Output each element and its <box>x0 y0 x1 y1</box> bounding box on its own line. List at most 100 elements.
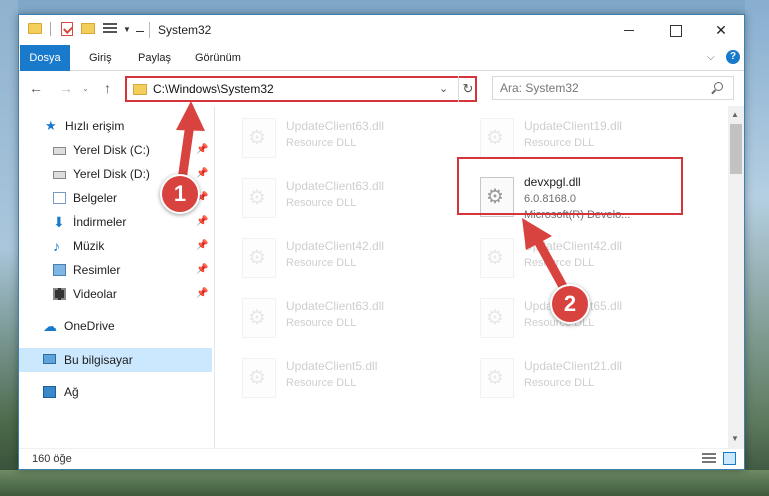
toolbar-divider <box>50 22 51 36</box>
file-type: Resource DLL <box>524 377 595 389</box>
sidebar-item-label: Videolar <box>73 287 117 301</box>
file-name: UpdateClient5.dll <box>286 359 378 373</box>
tab-home[interactable]: Giriş <box>79 45 122 71</box>
file-type: Resource DLL <box>524 257 595 269</box>
drive-icon <box>53 171 66 179</box>
file-name: UpdateClient63.dll <box>286 119 385 133</box>
sidebar-item-label: Müzik <box>73 239 105 253</box>
desktop-background-left <box>0 0 18 496</box>
address-bar[interactable]: C:\Windows\System32 ⌄ ↻ <box>125 76 477 102</box>
chevron-down-icon[interactable]: ▼ <box>123 25 131 34</box>
dll-file-icon <box>480 358 514 398</box>
customize-toolbar-icon[interactable] <box>136 24 144 32</box>
tab-share[interactable]: Paylaş <box>128 45 181 71</box>
tab-file[interactable]: Dosya <box>20 45 70 71</box>
network-icon <box>43 386 56 398</box>
sidebar-item-videos[interactable]: Videolar 📌 <box>19 282 212 306</box>
navigation-pane: ★ Hızlı erişim Yerel Disk (C:) 📌 Yerel D… <box>19 106 215 448</box>
sidebar-item-pictures[interactable]: Resimler 📌 <box>19 258 212 282</box>
file-tile[interactable]: UpdateClient63.dll Resource DLL <box>216 110 446 164</box>
download-icon: ⬇ <box>53 214 65 230</box>
search-icon[interactable] <box>714 82 723 91</box>
refresh-icon[interactable]: ↻ <box>458 76 477 102</box>
dll-file-icon <box>242 298 276 338</box>
details-view-icon[interactable] <box>702 453 716 465</box>
dll-file-icon <box>480 118 514 158</box>
close-button[interactable]: ✕ <box>698 15 744 45</box>
file-tile[interactable]: UpdateClient42.dll Resource DLL <box>216 230 446 284</box>
address-row: ← → ⌄ ↑ C:\Windows\System32 ⌄ ↻ Ara: Sys… <box>19 72 744 106</box>
dll-file-icon <box>242 118 276 158</box>
file-tile[interactable]: UpdateClient42.dll Resource DLL <box>454 230 684 284</box>
vertical-scrollbar[interactable]: ▲ ▼ <box>728 106 744 448</box>
sidebar-item-this-pc[interactable]: Bu bilgisayar <box>19 348 212 372</box>
help-icon[interactable]: ? <box>726 50 740 64</box>
dll-file-icon <box>242 178 276 218</box>
back-arrow-icon[interactable]: ← <box>29 80 43 96</box>
forward-arrow-icon[interactable]: → <box>59 80 73 96</box>
maximize-button[interactable] <box>652 15 698 45</box>
sidebar-item-label: Yerel Disk (D:) <box>73 167 150 181</box>
tab-view[interactable]: Görünüm <box>185 45 251 71</box>
star-icon: ★ <box>45 118 57 133</box>
sidebar-item-label: Belgeler <box>73 191 118 205</box>
search-placeholder: Ara: System32 <box>500 81 579 95</box>
file-tile[interactable]: UpdateClient21.dll Resource DLL <box>454 350 684 404</box>
file-type: Resource DLL <box>524 137 595 149</box>
folder-icon <box>28 23 42 34</box>
drive-icon <box>53 147 66 155</box>
pin-icon[interactable]: 📌 <box>196 162 208 186</box>
tiles-view-icon[interactable] <box>723 452 736 465</box>
highlight-box <box>457 157 683 215</box>
pictures-icon <box>53 264 66 276</box>
sidebar-item-label: İndirmeler <box>73 215 127 229</box>
pin-icon[interactable]: 📌 <box>196 138 208 162</box>
sidebar-item-disk-c[interactable]: Yerel Disk (C:) 📌 <box>19 138 212 162</box>
file-type: Resource DLL <box>286 377 357 389</box>
file-tile[interactable]: UpdateClient19.dll Resource DLL <box>454 110 684 164</box>
sidebar-item-label: Bu bilgisayar <box>64 353 133 367</box>
up-arrow-icon[interactable]: ↑ <box>104 80 111 96</box>
sidebar-item-network[interactable]: Ağ <box>19 380 212 404</box>
dll-file-icon <box>242 238 276 278</box>
computer-icon <box>43 354 56 364</box>
expand-ribbon-icon[interactable]: ⌵ <box>707 52 715 63</box>
properties-icon[interactable] <box>61 22 73 36</box>
sidebar-item-onedrive[interactable]: ☁ OneDrive <box>19 314 212 338</box>
minimize-button[interactable] <box>606 15 652 45</box>
file-name: UpdateClient63.dll <box>286 299 385 313</box>
file-name: UpdateClient63.dll <box>286 179 385 193</box>
cloud-icon: ☁ <box>43 318 57 334</box>
scroll-down-icon[interactable]: ▼ <box>731 434 739 443</box>
window-title: System32 <box>158 23 212 37</box>
search-input[interactable]: Ara: System32 <box>492 76 734 100</box>
new-folder-icon[interactable] <box>81 23 95 34</box>
file-tile[interactable]: UpdateClient63.dll Resource DLL <box>216 170 446 224</box>
file-tile[interactable]: UpdateClient63.dll Resource DLL <box>216 290 446 344</box>
file-name: UpdateClient21.dll <box>524 359 623 373</box>
dll-file-icon <box>242 358 276 398</box>
address-path[interactable]: C:\Windows\System32 <box>153 82 274 96</box>
scroll-up-icon[interactable]: ▲ <box>731 110 739 119</box>
sidebar-item-music[interactable]: ♪ Müzik 📌 <box>19 234 212 258</box>
chevron-down-icon[interactable]: ⌄ <box>439 82 448 95</box>
pin-icon[interactable]: 📌 <box>196 282 208 306</box>
sidebar-item-label: Hızlı erişim <box>65 119 125 133</box>
file-tile[interactable]: UpdateClient5.dll Resource DLL <box>216 350 446 404</box>
status-bar: 160 öğe <box>19 448 744 469</box>
dll-file-icon <box>480 298 514 338</box>
step-marker-2: 2 <box>550 284 590 324</box>
desktop-background-bottom <box>0 470 769 496</box>
file-type: Resource DLL <box>286 257 357 269</box>
recent-locations-icon[interactable]: ⌄ <box>82 84 89 93</box>
folder-icon <box>133 84 147 95</box>
scrollbar-thumb[interactable] <box>730 124 742 174</box>
pin-icon[interactable]: 📌 <box>196 258 208 282</box>
pin-icon[interactable]: 📌 <box>196 234 208 258</box>
view-list-icon[interactable] <box>103 23 117 35</box>
pin-icon[interactable]: 📌 <box>196 210 208 234</box>
file-explorer-window: ▼ System32 ✕ Dosya Giriş Paylaş Görünüm … <box>18 14 745 470</box>
dll-file-icon <box>480 238 514 278</box>
step-marker-1: 1 <box>160 174 200 214</box>
sidebar-item-quick-access[interactable]: ★ Hızlı erişim <box>19 114 212 138</box>
